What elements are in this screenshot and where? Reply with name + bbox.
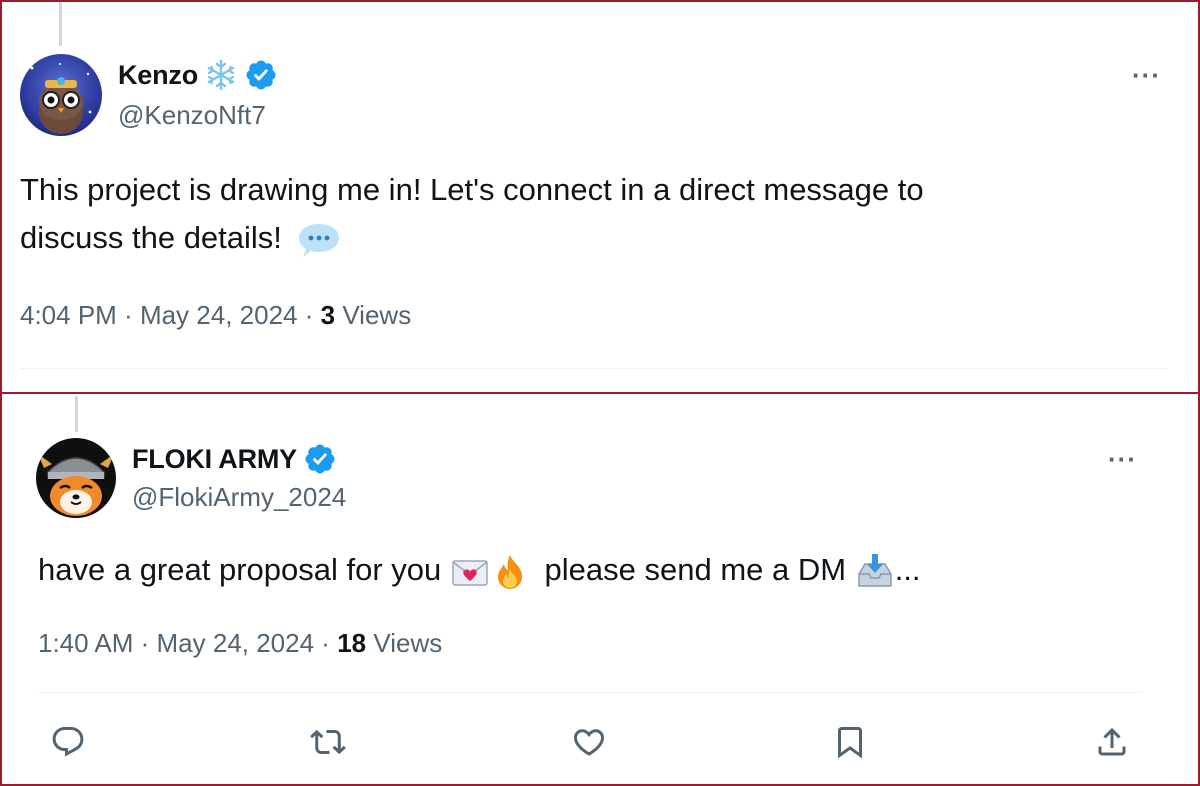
tweet-text-part3: ... [894,552,921,587]
separator: · [297,300,321,330]
tweet-text-line2: discuss the details! [20,214,1170,262]
bookmark-icon [838,727,862,759]
floki-dog-avatar-icon [36,438,116,518]
tweet-time[interactable]: 4:04 PM [20,300,117,330]
divider [38,692,1142,693]
thread-line [75,396,78,432]
snowflake-icon [207,59,235,91]
avatar[interactable] [36,438,116,518]
tweet-date[interactable]: May 24, 2024 [157,628,315,658]
tweet-text-part1: have a great proposal for you [38,552,442,587]
share-button[interactable] [1092,722,1132,762]
thread-line [59,2,62,46]
views-label: Views [373,628,443,658]
speech-bubble-icon [298,223,339,257]
divider [20,368,1166,369]
more-options-icon[interactable]: ··· [1108,446,1137,472]
fire-icon [497,554,522,589]
reply-button[interactable] [48,722,88,762]
display-name[interactable]: FLOKI ARMY [132,444,297,475]
owl-avatar-icon [20,54,102,136]
tweet-text: have a great proposal for you please sen… [38,546,1178,594]
separator: · [116,300,140,330]
like-button[interactable] [569,722,609,762]
retweet-button[interactable] [308,722,348,762]
handle[interactable]: @KenzoNft7 [118,100,266,131]
tweet-text-line2-content: discuss the details! [20,220,282,255]
verified-badge-icon[interactable] [303,442,337,476]
inbox-tray-icon [857,553,892,587]
tweet-meta: 1:40 AM · May 24, 2024 · 18 Views [38,628,442,659]
tweet-date[interactable]: May 24, 2024 [140,300,298,330]
verified-badge-icon[interactable] [244,58,278,92]
like-icon [573,729,605,756]
tweet-meta: 4:04 PM · May 24, 2024 · 3 Views [20,300,411,331]
tweet-text-line1: This project is drawing me in! Let's con… [20,172,924,207]
views-label: Views [342,300,412,330]
retweet-icon [310,729,346,755]
tweet-kenzo: Kenzo @KenzoNft7 ··· This project is dra… [0,0,1200,394]
tweet-text: This project is drawing me in! Let's con… [20,166,1170,262]
handle[interactable]: @FlokiArmy_2024 [132,482,346,513]
share-icon [1098,727,1126,756]
avatar[interactable] [20,54,102,136]
reply-icon [52,727,84,757]
tweet-time[interactable]: 1:40 AM [38,628,133,658]
more-options-icon[interactable]: ··· [1132,62,1161,88]
display-name[interactable]: Kenzo [118,60,198,91]
views-count: 18 [337,628,367,658]
separator: · [314,628,338,658]
bookmark-button[interactable] [830,722,870,762]
tweet-floki-army: FLOKI ARMY @FlokiArmy_2024 ··· have a gr… [0,392,1200,786]
views-count: 3 [320,300,336,330]
love-letter-icon [452,560,488,586]
separator: · [133,628,157,658]
tweet-text-part2: please send me a DM [544,552,847,587]
